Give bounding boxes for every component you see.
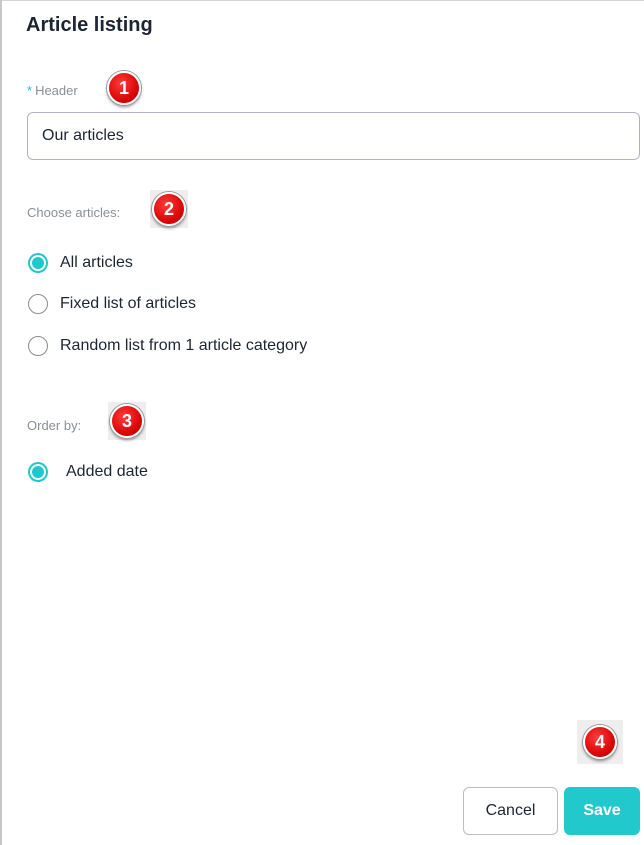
header-input[interactable] bbox=[27, 112, 640, 160]
callout-badge-4: 4 bbox=[577, 720, 623, 764]
callout-number-1: 1 bbox=[107, 71, 141, 105]
radio-option-all-articles[interactable]: All articles bbox=[28, 253, 133, 273]
panel-title: Article listing bbox=[26, 14, 153, 36]
radio-option-fixed-list[interactable]: Fixed list of articles bbox=[28, 294, 196, 314]
radio-label-added-date: Added date bbox=[66, 463, 148, 480]
radio-label-fixed-list: Fixed list of articles bbox=[60, 295, 197, 312]
required-asterisk: * bbox=[27, 83, 33, 98]
article-listing-panel: Article listing *Header 1 Choose article… bbox=[0, 0, 644, 845]
callout-number-2: 2 bbox=[152, 192, 186, 226]
callout-badge-2: 2 bbox=[150, 190, 188, 228]
radio-button-checked[interactable] bbox=[28, 253, 48, 273]
callout-number-4: 4 bbox=[583, 725, 617, 759]
radio-label-all-articles: All articles bbox=[60, 254, 133, 271]
header-field-label: * Header bbox=[27, 83, 78, 98]
callout-number-3: 3 bbox=[110, 404, 144, 438]
choose-articles-label: Choose articles: bbox=[27, 205, 121, 220]
radio-button-unchecked[interactable] bbox=[28, 336, 48, 356]
radio-option-added-date[interactable]: Added date bbox=[28, 462, 148, 482]
order-by-label: Order by: bbox=[27, 418, 82, 433]
callout-badge-1: 1 bbox=[105, 69, 143, 107]
cancel-button[interactable]: Cancel bbox=[463, 787, 558, 835]
radio-option-random-list[interactable]: Random list from 1 article category bbox=[28, 336, 307, 356]
radio-label-random-list: Random list from 1 article category bbox=[60, 337, 308, 354]
panel-top-border bbox=[2, 0, 644, 1]
save-button[interactable]: Save bbox=[564, 787, 640, 835]
header-label-text: Header bbox=[35, 83, 78, 98]
radio-button-unchecked[interactable] bbox=[28, 294, 48, 314]
callout-badge-3: 3 bbox=[108, 402, 146, 440]
radio-button-checked[interactable] bbox=[28, 462, 48, 482]
